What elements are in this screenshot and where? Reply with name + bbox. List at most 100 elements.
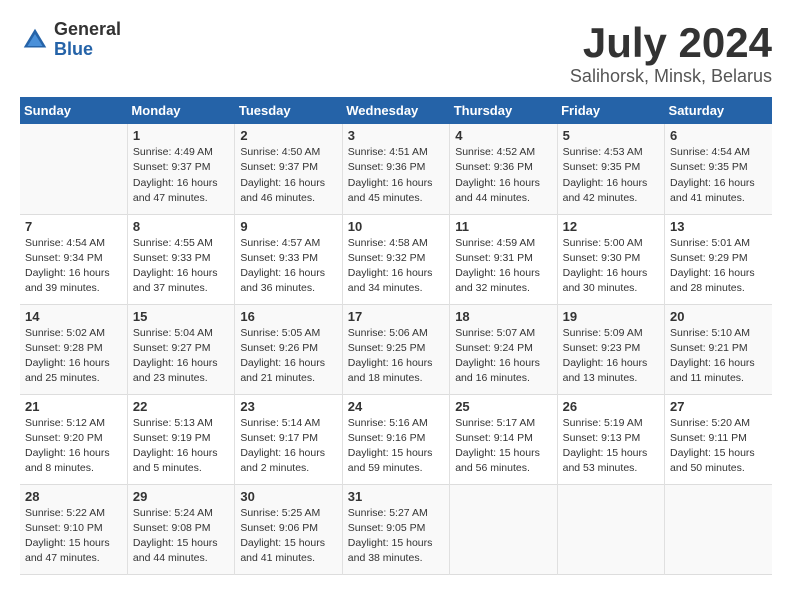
calendar-cell: 27 Sunrise: 5:20 AM Sunset: 9:11 PM Dayli…	[665, 394, 772, 484]
day-info: Sunrise: 5:16 AM Sunset: 9:16 PM Dayligh…	[348, 416, 444, 477]
calendar-cell	[557, 484, 664, 574]
calendar-cell: 8Sunrise: 4:55 AM Sunset: 9:33 PM Daylig…	[127, 214, 234, 304]
day-info: Sunrise: 5:22 AM Sunset: 9:10 PM Dayligh…	[25, 506, 122, 567]
day-number: 9	[240, 219, 336, 234]
calendar-cell: 4 Sunrise: 4:52 AM Sunset: 9:36 PM Daylig…	[450, 124, 557, 214]
calendar-cell: 12 Sunrise: 5:00 AM Sunset: 9:30 PM Dayli…	[557, 214, 664, 304]
day-number: 1	[133, 128, 229, 143]
calendar-cell: 19 Sunrise: 5:09 AM Sunset: 9:23 PM Dayli…	[557, 304, 664, 394]
day-info: Sunrise: 5:07 AM Sunset: 9:24 PM Dayligh…	[455, 326, 551, 387]
day-info: Sunrise: 5:05 AM Sunset: 9:26 PM Dayligh…	[240, 326, 336, 387]
weekday-header-row: SundayMondayTuesdayWednesdayThursdayFrid…	[20, 97, 772, 124]
day-number: 31	[348, 489, 444, 504]
day-info: Sunrise: 5:17 AM Sunset: 9:14 PM Dayligh…	[455, 416, 551, 477]
week-row-2: 7 Sunrise: 4:54 AM Sunset: 9:34 PM Daylig…	[20, 214, 772, 304]
day-number: 16	[240, 309, 336, 324]
week-row-3: 14Sunrise: 5:02 AM Sunset: 9:28 PM Dayli…	[20, 304, 772, 394]
calendar-cell: 15 Sunrise: 5:04 AM Sunset: 9:27 PM Dayli…	[127, 304, 234, 394]
calendar-cell: 9Sunrise: 4:57 AM Sunset: 9:33 PM Daylig…	[235, 214, 342, 304]
weekday-header-saturday: Saturday	[665, 97, 772, 124]
day-info: Sunrise: 4:49 AM Sunset: 9:37 PM Dayligh…	[133, 145, 229, 206]
calendar-cell	[20, 124, 127, 214]
day-info: Sunrise: 4:59 AM Sunset: 9:31 PM Dayligh…	[455, 236, 551, 297]
day-info: Sunrise: 5:19 AM Sunset: 9:13 PM Dayligh…	[563, 416, 659, 477]
day-number: 22	[133, 399, 229, 414]
day-number: 21	[25, 399, 122, 414]
day-info: Sunrise: 5:24 AM Sunset: 9:08 PM Dayligh…	[133, 506, 229, 567]
weekday-header-monday: Monday	[127, 97, 234, 124]
calendar-cell: 2Sunrise: 4:50 AM Sunset: 9:37 PM Daylig…	[235, 124, 342, 214]
calendar-cell: 20Sunrise: 5:10 AM Sunset: 9:21 PM Dayli…	[665, 304, 772, 394]
day-info: Sunrise: 4:58 AM Sunset: 9:32 PM Dayligh…	[348, 236, 444, 297]
day-number: 20	[670, 309, 767, 324]
location: Salihorsk, Minsk, Belarus	[570, 66, 772, 87]
calendar-cell: 7 Sunrise: 4:54 AM Sunset: 9:34 PM Daylig…	[20, 214, 127, 304]
week-row-4: 21 Sunrise: 5:12 AM Sunset: 9:20 PM Dayli…	[20, 394, 772, 484]
calendar-cell: 29 Sunrise: 5:24 AM Sunset: 9:08 PM Dayli…	[127, 484, 234, 574]
calendar-cell: 23Sunrise: 5:14 AM Sunset: 9:17 PM Dayli…	[235, 394, 342, 484]
day-number: 30	[240, 489, 336, 504]
calendar-cell: 18 Sunrise: 5:07 AM Sunset: 9:24 PM Dayli…	[450, 304, 557, 394]
calendar-cell: 26 Sunrise: 5:19 AM Sunset: 9:13 PM Dayli…	[557, 394, 664, 484]
day-number: 27	[670, 399, 767, 414]
logo: General Blue	[20, 20, 121, 60]
day-number: 6	[670, 128, 767, 143]
day-number: 19	[563, 309, 659, 324]
calendar-cell: 14Sunrise: 5:02 AM Sunset: 9:28 PM Dayli…	[20, 304, 127, 394]
day-info: Sunrise: 5:12 AM Sunset: 9:20 PM Dayligh…	[25, 416, 122, 477]
weekday-header-tuesday: Tuesday	[235, 97, 342, 124]
day-info: Sunrise: 4:52 AM Sunset: 9:36 PM Dayligh…	[455, 145, 551, 206]
calendar-cell: 22 Sunrise: 5:13 AM Sunset: 9:19 PM Dayli…	[127, 394, 234, 484]
calendar-cell: 24Sunrise: 5:16 AM Sunset: 9:16 PM Dayli…	[342, 394, 449, 484]
calendar-cell: 25 Sunrise: 5:17 AM Sunset: 9:14 PM Dayli…	[450, 394, 557, 484]
day-number: 4	[455, 128, 551, 143]
day-info: Sunrise: 5:13 AM Sunset: 9:19 PM Dayligh…	[133, 416, 229, 477]
day-info: Sunrise: 4:54 AM Sunset: 9:34 PM Dayligh…	[25, 236, 122, 297]
day-info: Sunrise: 5:09 AM Sunset: 9:23 PM Dayligh…	[563, 326, 659, 387]
logo-icon	[20, 25, 50, 55]
week-row-1: 1 Sunrise: 4:49 AM Sunset: 9:37 PM Daylig…	[20, 124, 772, 214]
day-info: Sunrise: 5:25 AM Sunset: 9:06 PM Dayligh…	[240, 506, 336, 567]
day-info: Sunrise: 5:00 AM Sunset: 9:30 PM Dayligh…	[563, 236, 659, 297]
weekday-header-friday: Friday	[557, 97, 664, 124]
header: General Blue July 2024 Salihorsk, Minsk,…	[20, 20, 772, 87]
calendar-cell: 3Sunrise: 4:51 AM Sunset: 9:36 PM Daylig…	[342, 124, 449, 214]
weekday-header-thursday: Thursday	[450, 97, 557, 124]
day-number: 26	[563, 399, 659, 414]
day-number: 15	[133, 309, 229, 324]
day-info: Sunrise: 5:27 AM Sunset: 9:05 PM Dayligh…	[348, 506, 444, 567]
day-info: Sunrise: 5:02 AM Sunset: 9:28 PM Dayligh…	[25, 326, 122, 387]
calendar-cell: 31 Sunrise: 5:27 AM Sunset: 9:05 PM Dayli…	[342, 484, 449, 574]
calendar-cell: 30 Sunrise: 5:25 AM Sunset: 9:06 PM Dayli…	[235, 484, 342, 574]
calendar-cell: 28 Sunrise: 5:22 AM Sunset: 9:10 PM Dayli…	[20, 484, 127, 574]
day-info: Sunrise: 5:04 AM Sunset: 9:27 PM Dayligh…	[133, 326, 229, 387]
day-info: Sunrise: 4:53 AM Sunset: 9:35 PM Dayligh…	[563, 145, 659, 206]
weekday-header-sunday: Sunday	[20, 97, 127, 124]
calendar-cell: 6 Sunrise: 4:54 AM Sunset: 9:35 PM Daylig…	[665, 124, 772, 214]
day-number: 13	[670, 219, 767, 234]
calendar-cell: 1 Sunrise: 4:49 AM Sunset: 9:37 PM Daylig…	[127, 124, 234, 214]
day-info: Sunrise: 4:54 AM Sunset: 9:35 PM Dayligh…	[670, 145, 767, 206]
week-row-5: 28 Sunrise: 5:22 AM Sunset: 9:10 PM Dayli…	[20, 484, 772, 574]
day-info: Sunrise: 5:01 AM Sunset: 9:29 PM Dayligh…	[670, 236, 767, 297]
logo-text: General Blue	[54, 20, 121, 60]
day-number: 18	[455, 309, 551, 324]
day-number: 29	[133, 489, 229, 504]
weekday-header-wednesday: Wednesday	[342, 97, 449, 124]
calendar-cell	[665, 484, 772, 574]
day-number: 11	[455, 219, 551, 234]
day-number: 5	[563, 128, 659, 143]
month-title: July 2024	[570, 20, 772, 66]
day-info: Sunrise: 4:50 AM Sunset: 9:37 PM Dayligh…	[240, 145, 336, 206]
day-info: Sunrise: 5:20 AM Sunset: 9:11 PM Dayligh…	[670, 416, 767, 477]
calendar-cell: 16 Sunrise: 5:05 AM Sunset: 9:26 PM Dayli…	[235, 304, 342, 394]
day-info: Sunrise: 5:06 AM Sunset: 9:25 PM Dayligh…	[348, 326, 444, 387]
day-number: 28	[25, 489, 122, 504]
day-number: 3	[348, 128, 444, 143]
day-number: 25	[455, 399, 551, 414]
logo-blue-text: Blue	[54, 40, 121, 60]
day-number: 7	[25, 219, 122, 234]
title-area: July 2024 Salihorsk, Minsk, Belarus	[570, 20, 772, 87]
day-number: 12	[563, 219, 659, 234]
day-number: 8	[133, 219, 229, 234]
